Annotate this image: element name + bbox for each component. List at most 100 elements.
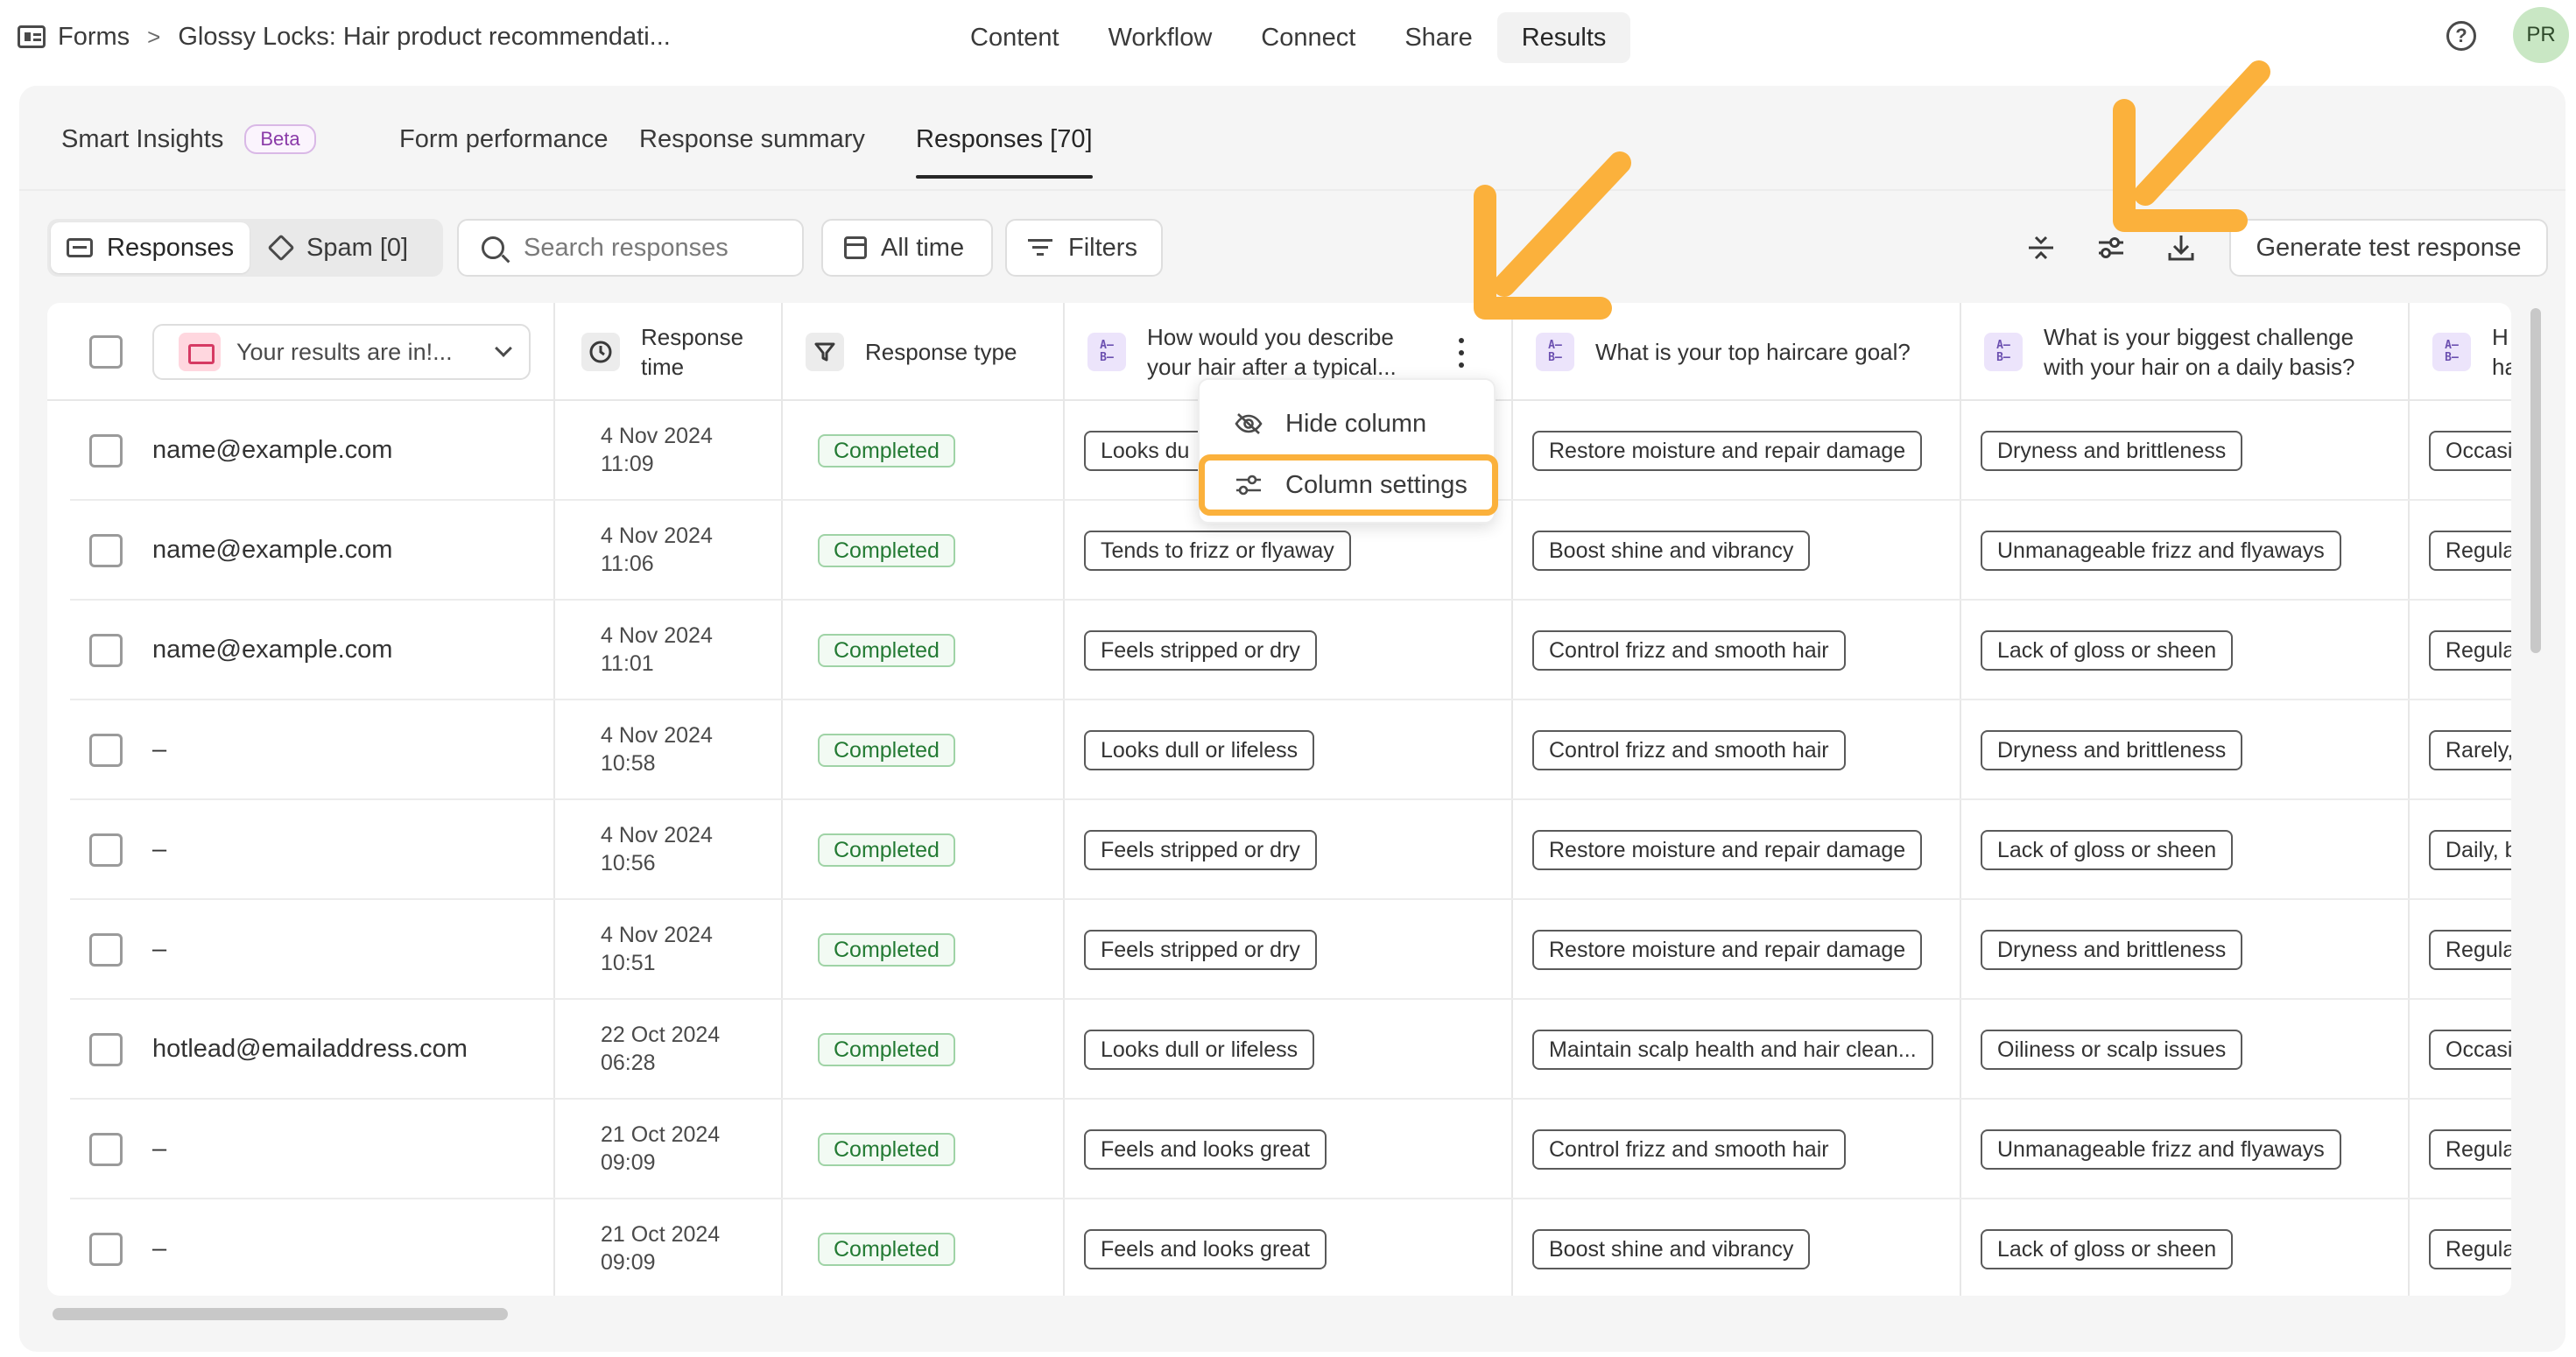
tab-responses[interactable]: Responses [70] [916,117,1093,179]
status-badge: Completed [818,634,955,667]
spam-icon [267,234,295,262]
answer-chip: Unmanageable frizz and flyaways [1981,531,2341,571]
inbox-icon [67,238,93,257]
generate-test-response-button[interactable]: Generate test response [2229,219,2548,277]
header-question-3[interactable]: A– B– What is your biggest challenge with… [1984,303,2404,401]
multiple-choice-icon: A– B– [1536,333,1574,371]
cell-response-date: 4 Nov 2024 [601,424,713,448]
top-nav-content[interactable]: Content [946,12,1084,63]
multiple-choice-icon: A– B– [1984,333,2023,371]
cell-response-date: 4 Nov 2024 [601,823,713,847]
answer-chip: Occasi [2429,1030,2511,1070]
cell-response-date: 22 Oct 2024 [601,1023,721,1047]
answer-chip: Dryness and brittleness [1981,431,2243,471]
status-badge: Completed [818,734,955,767]
row-checkbox[interactable] [89,1033,123,1066]
row-checkbox[interactable] [89,434,123,468]
row-checkbox[interactable] [89,1233,123,1266]
hide-column-menu-item[interactable]: Hide column [1217,399,1480,448]
top-nav-results[interactable]: Results [1496,12,1631,63]
table-row[interactable]: – 4 Nov 2024 10:56 Completed Feels stripped … [70,800,2511,900]
answer-chip: Lack of gloss or sheen [1981,630,2234,671]
tab-response-summary[interactable]: Response summary [639,117,865,161]
hide-column-label: Hide column [1285,409,1427,438]
spam-toggle[interactable]: Spam [0] [256,222,424,273]
table-row[interactable]: name@example.com 4 Nov 2024 11:01 Completed… [70,601,2511,700]
tab-smart-insights-label: Smart Insights [61,124,224,153]
answer-chip: Occasi [2429,431,2511,471]
header-response-time[interactable]: Response time [581,303,774,401]
breadcrumb-forms-link[interactable]: Forms [58,23,130,52]
answer-chip: Oiliness or scalp issues [1981,1030,2243,1070]
cell-email: – [152,935,167,963]
answer-chip: Control frizz and smooth hair [1532,630,1846,671]
table-row[interactable]: – 4 Nov 2024 10:58 Completed Looks dull or l… [70,700,2511,800]
header-response-type-label: Response type [865,339,1017,365]
answer-chip: Looks dull or lifeless [1084,1030,1315,1070]
answer-chip: Regula [2429,930,2511,970]
answer-chip: Feels stripped or dry [1084,630,1317,671]
answer-chip: Tends to frizz or flyaway [1084,531,1351,571]
avatar[interactable]: PR [2513,7,2569,63]
answer-chip: Unmanageable frizz and flyaways [1981,1129,2341,1170]
cell-response-date: 21 Oct 2024 [601,1222,721,1247]
answer-chip: Dryness and brittleness [1981,930,2243,970]
answer-chip: Maintain scalp health and hair clean... [1532,1030,1933,1070]
responses-toggle-label: Responses [107,233,235,262]
date-filter-button[interactable]: All time [821,219,993,277]
vertical-scrollbar[interactable] [2530,308,2541,653]
spam-toggle-label: Spam [0] [306,233,409,262]
column-options-icon[interactable] [1457,338,1466,368]
top-nav-connect[interactable]: Connect [1236,12,1380,63]
header-question-4[interactable]: A– B– H ha [2432,303,2511,401]
breadcrumb-form-title[interactable]: Glossy Locks: Hair product recommendati.… [178,23,670,52]
horizontal-scrollbar[interactable] [53,1308,508,1320]
answer-chip: Feels and looks great [1084,1129,1327,1170]
answer-chip: Looks dull or lifeless [1084,730,1315,770]
top-nav-share[interactable]: Share [1380,12,1496,63]
header-response-type[interactable]: Response type [806,303,1059,401]
column-options-menu: Hide column Column settings [1198,378,1498,524]
tab-smart-insights[interactable]: Smart Insights Beta [61,117,316,161]
cell-response-clock: 06:28 [601,1051,656,1075]
row-checkbox[interactable] [89,833,123,867]
mail-icon [179,333,221,371]
top-nav-workflow[interactable]: Workflow [1084,12,1237,63]
cell-email: – [152,1135,167,1163]
cell-email: – [152,1234,167,1262]
column-settings-menu-item[interactable]: Column settings [1199,454,1498,516]
answer-chip: Lack of gloss or sheen [1981,1229,2234,1269]
answer-chip: Control frizz and smooth hair [1532,730,1846,770]
email-column-selector[interactable]: Your results are in!... [152,324,531,380]
answer-chip: Restore moisture and repair damage [1532,830,1923,870]
row-checkbox[interactable] [89,634,123,667]
filters-button[interactable]: Filters [1005,219,1163,277]
cell-response-clock: 10:56 [601,851,656,875]
cell-response-date: 4 Nov 2024 [601,524,713,548]
calendar-icon [844,236,867,259]
row-checkbox[interactable] [89,933,123,967]
table-row[interactable]: – 4 Nov 2024 10:51 Completed Feels stripped … [70,900,2511,1000]
tab-form-performance[interactable]: Form performance [399,117,609,161]
row-checkbox[interactable] [89,734,123,767]
cell-response-date: 21 Oct 2024 [601,1122,721,1147]
table-row[interactable]: – 21 Oct 2024 09:09 Completed Feels and look… [70,1199,2511,1296]
status-badge: Completed [818,534,955,567]
cell-response-clock: 10:51 [601,951,656,975]
row-checkbox[interactable] [89,534,123,567]
row-checkbox[interactable] [89,1133,123,1166]
header-question-2-label: What is your top haircare goal? [1595,339,1911,365]
table-row[interactable]: – 21 Oct 2024 09:09 Completed Feels and look… [70,1100,2511,1199]
cell-response-clock: 11:06 [601,552,654,576]
row-height-icon[interactable] [2019,226,2063,270]
status-badge: Completed [818,933,955,967]
annotation-arrow-icon [2113,60,2270,232]
responses-toggle[interactable]: Responses [51,222,250,273]
cell-email: – [152,735,167,763]
question-circle-icon[interactable]: ? [2446,21,2476,51]
select-all-checkbox[interactable] [89,335,123,369]
filter-funnel-icon [806,333,844,371]
table-row[interactable]: hotlead@emailaddress.com 22 Oct 2024 06:28… [70,1000,2511,1100]
header-question-4-label: H ha [2492,324,2511,380]
search-input[interactable] [524,233,804,263]
